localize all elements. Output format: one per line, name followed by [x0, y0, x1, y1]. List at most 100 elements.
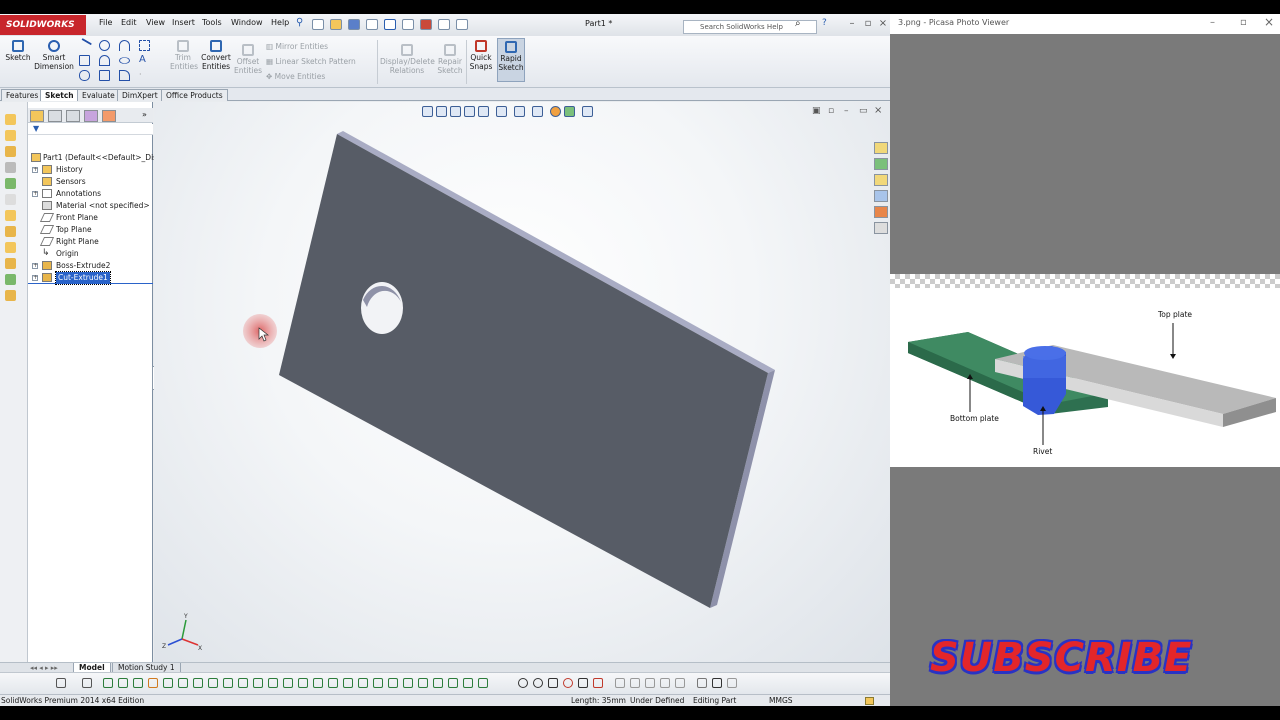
file-explorer-icon[interactable]: [874, 174, 888, 186]
part-model[interactable]: Y X Z: [154, 102, 890, 670]
tree-item-right-plane[interactable]: Right Plane: [28, 236, 153, 248]
dimxpert-manager-tab-icon[interactable]: [84, 110, 98, 122]
tree-item-top-plane[interactable]: Top Plane: [28, 224, 153, 236]
sketch-relation-icon[interactable]: [163, 678, 173, 688]
sketch-relation-icon[interactable]: [328, 678, 338, 688]
slot-icon[interactable]: [79, 70, 90, 81]
grid-snap-icon[interactable]: [712, 678, 722, 688]
linear-sketch-pattern-button[interactable]: ▦ Linear Sketch Pattern: [266, 55, 374, 70]
sketch-relation-icon[interactable]: [388, 678, 398, 688]
ellipse-icon[interactable]: [119, 57, 130, 64]
options-icon[interactable]: [456, 19, 468, 30]
expand-toggle-icon[interactable]: +: [32, 167, 38, 173]
circle-tool-icon[interactable]: [533, 678, 543, 688]
rebuild-status-icon[interactable]: [865, 697, 874, 705]
loft-icon[interactable]: [5, 194, 16, 205]
line-tool-icon[interactable]: [548, 678, 558, 688]
sketch-relation-icon[interactable]: [463, 678, 473, 688]
point-tool-icon[interactable]: [518, 678, 528, 688]
sketch-relation-icon[interactable]: [133, 678, 143, 688]
undo-icon[interactable]: [384, 19, 396, 30]
sketch-relation-icon[interactable]: [478, 678, 488, 688]
open-folder-icon[interactable]: [330, 19, 342, 30]
tree-item-cut-extrude1[interactable]: + Cut-Extrude1: [28, 271, 153, 285]
tab-dimxpert[interactable]: DimXpert: [117, 89, 163, 101]
convert-entities-button[interactable]: Convert Entities: [200, 38, 232, 71]
snap-tool-icon[interactable]: [660, 678, 670, 688]
tree-item-front-plane[interactable]: Front Plane: [28, 212, 153, 224]
sketch-relation-icon[interactable]: [343, 678, 353, 688]
move-entities-button[interactable]: ✥ Move Entities: [266, 70, 374, 85]
select-icon[interactable]: [56, 678, 66, 688]
display-delete-relations-button[interactable]: Display/Delete Relations: [380, 42, 435, 75]
view-palette-icon[interactable]: [874, 190, 888, 202]
arc-icon[interactable]: [99, 55, 110, 66]
chamfer-icon[interactable]: [5, 226, 16, 237]
design-library-icon[interactable]: [874, 158, 888, 170]
sketch-relation-icon[interactable]: [193, 678, 203, 688]
pointer-icon[interactable]: [82, 678, 92, 688]
grid-tool-icon[interactable]: [697, 678, 707, 688]
construction-geometry-icon[interactable]: [139, 40, 150, 51]
sketch-relation-icon[interactable]: [208, 678, 218, 688]
sketch-relation-icon[interactable]: [118, 678, 128, 688]
help-icon[interactable]: ?: [822, 18, 827, 28]
sketch-relation-icon[interactable]: [268, 678, 278, 688]
save-icon[interactable]: [348, 19, 360, 30]
picasa-close-icon[interactable]: ×: [1264, 13, 1274, 31]
feature-manager-tab-icon[interactable]: [30, 110, 44, 122]
rapid-sketch-button[interactable]: Rapid Sketch: [497, 38, 525, 82]
sketch-relation-icon[interactable]: [298, 678, 308, 688]
sketch-relation-icon[interactable]: [238, 678, 248, 688]
snap-tool-icon[interactable]: [675, 678, 685, 688]
tree-item-origin[interactable]: ↳ Origin: [28, 248, 153, 260]
sketch-relation-icon[interactable]: [418, 678, 428, 688]
minimize-icon[interactable]: –: [846, 18, 858, 30]
tree-item-material[interactable]: Material <not specified>: [28, 200, 153, 212]
angle-snap-icon[interactable]: [727, 678, 737, 688]
menu-insert[interactable]: Insert: [172, 18, 195, 27]
intersection-tool-icon[interactable]: [578, 678, 588, 688]
sketch-relation-icon[interactable]: [313, 678, 323, 688]
menu-tools[interactable]: Tools: [202, 18, 222, 27]
circle-icon[interactable]: [99, 40, 110, 51]
tab-scroll-icon[interactable]: ◂◂ ◂ ▸ ▸▸: [30, 664, 58, 672]
snap-tool-icon[interactable]: [630, 678, 640, 688]
close-icon[interactable]: ×: [877, 18, 889, 30]
expand-panel-icon[interactable]: »: [142, 110, 147, 119]
unit-system[interactable]: MMGS: [769, 695, 793, 706]
sketch-relation-icon[interactable]: [373, 678, 383, 688]
resources-icon[interactable]: [874, 142, 888, 154]
search-icon[interactable]: ⌕: [795, 18, 801, 29]
new-document-icon[interactable]: [312, 19, 324, 30]
menu-view[interactable]: View: [146, 18, 165, 27]
snap-tool-icon[interactable]: [615, 678, 625, 688]
rectangle-icon[interactable]: [79, 55, 90, 66]
tree-item-history[interactable]: + History: [28, 164, 153, 176]
snap-tool-icon[interactable]: [645, 678, 655, 688]
menu-file[interactable]: File: [99, 18, 112, 27]
select-arrow-icon[interactable]: [402, 19, 414, 30]
smart-dimension-tool-icon[interactable]: [5, 114, 16, 125]
trim-entities-button[interactable]: Trim Entities: [170, 38, 198, 71]
fillet-feature-icon[interactable]: [5, 210, 16, 221]
pattern-icon[interactable]: [5, 274, 16, 285]
sketch-relation-icon[interactable]: [253, 678, 263, 688]
tree-item-boss-extrude2[interactable]: + Boss-Extrude2: [28, 260, 153, 272]
spline-icon[interactable]: [119, 40, 130, 51]
tab-office-products[interactable]: Office Products: [161, 89, 228, 101]
sketch-relation-icon[interactable]: [433, 678, 443, 688]
print-icon[interactable]: [366, 19, 378, 30]
sketch-relation-icon[interactable]: [223, 678, 233, 688]
solidworks-logo[interactable]: SOLIDWORKS: [0, 15, 86, 35]
rebuild-icon[interactable]: [420, 19, 432, 30]
quick-snaps-button[interactable]: Quick Snaps: [468, 38, 494, 71]
menu-help[interactable]: Help: [271, 18, 289, 27]
tree-item-part1[interactable]: Part1 (Default<<Default>_Disp: [28, 152, 162, 164]
expand-toggle-icon[interactable]: +: [32, 263, 38, 269]
sketch-relation-icon[interactable]: [148, 678, 158, 688]
expand-toggle-icon[interactable]: +: [32, 275, 38, 281]
expand-toggle-icon[interactable]: +: [32, 191, 38, 197]
tab-evaluate[interactable]: Evaluate: [77, 89, 120, 101]
mirror-feature-icon[interactable]: [5, 290, 16, 301]
